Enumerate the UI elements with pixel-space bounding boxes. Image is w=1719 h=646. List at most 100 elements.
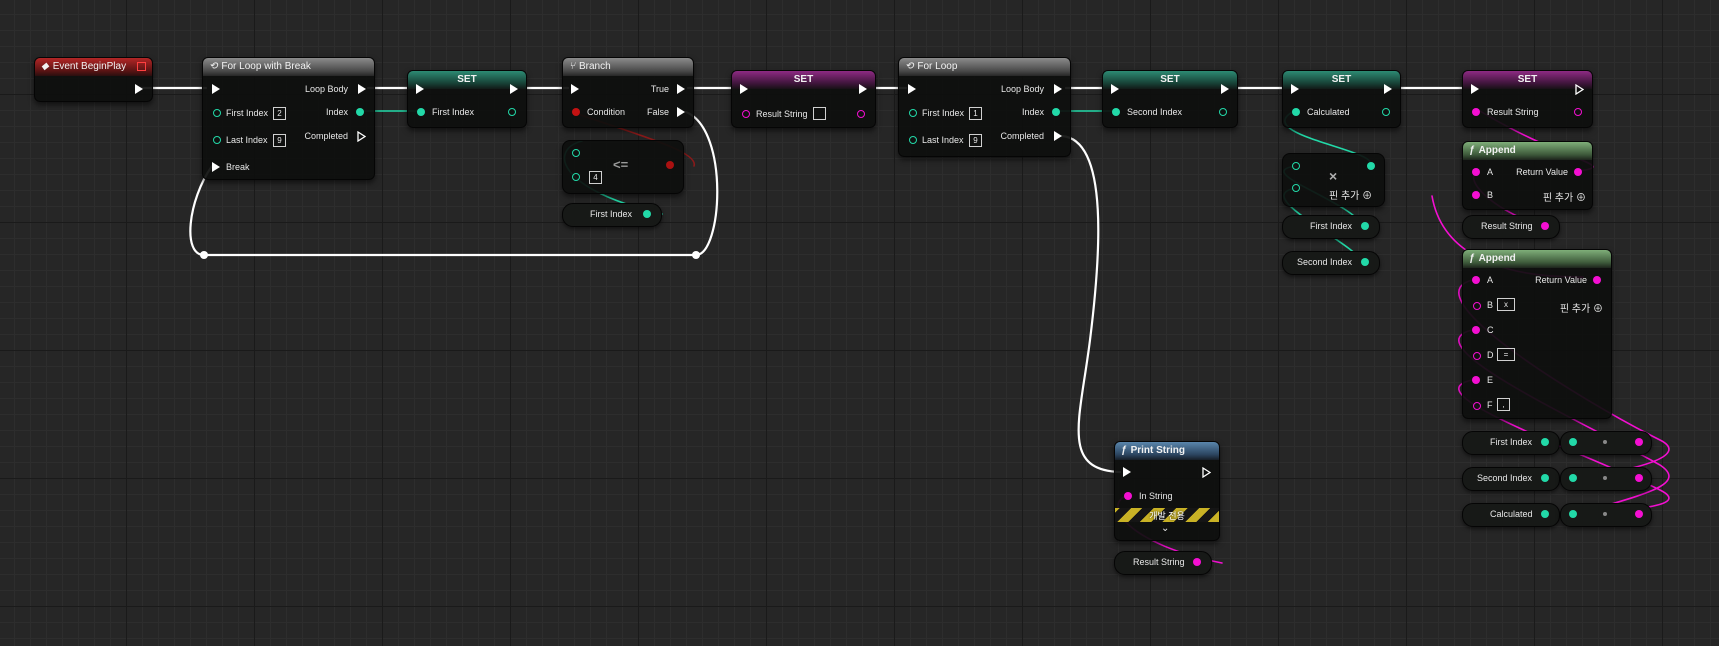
output-pin[interactable] bbox=[508, 108, 516, 116]
exec-in-pin[interactable] bbox=[1111, 84, 1119, 94]
conversion-out-pin[interactable] bbox=[1635, 438, 1643, 446]
false-pin[interactable] bbox=[677, 107, 685, 117]
variable-pin[interactable] bbox=[1361, 222, 1369, 230]
first-index-pin[interactable] bbox=[909, 109, 917, 117]
a-pin[interactable] bbox=[1472, 168, 1480, 176]
conversion-out-pin[interactable] bbox=[1635, 474, 1643, 482]
add-pin-button[interactable]: 핀 추가 ⊕ bbox=[1560, 300, 1603, 315]
completed-pin[interactable] bbox=[357, 131, 366, 142]
conversion-in-pin[interactable] bbox=[1569, 438, 1577, 446]
b-pin[interactable] bbox=[1472, 191, 1480, 199]
exec-out-pin[interactable] bbox=[1575, 84, 1584, 95]
output-pin[interactable] bbox=[857, 110, 865, 118]
result-string-variable[interactable]: Result String bbox=[1114, 551, 1212, 575]
e-pin[interactable] bbox=[1472, 376, 1480, 384]
append-node[interactable]: ƒ Append A Return Value B x 핀 추가 ⊕ C D = … bbox=[1462, 249, 1612, 419]
first-index-pin[interactable] bbox=[213, 109, 221, 117]
result-string-pin[interactable] bbox=[1472, 108, 1480, 116]
b-pin[interactable] bbox=[572, 173, 580, 181]
exec-in-pin[interactable] bbox=[416, 84, 424, 94]
for-loop-with-break-node[interactable]: ⟲ For Loop with Break Loop Body First Ind… bbox=[202, 57, 375, 180]
multiply-node[interactable]: × 핀 추가 ⊕ bbox=[1282, 153, 1385, 207]
conversion-out-pin[interactable] bbox=[1635, 510, 1643, 518]
conversion-in-pin[interactable] bbox=[1569, 510, 1577, 518]
output-pin[interactable] bbox=[1574, 108, 1582, 116]
return-value-pin[interactable] bbox=[1574, 168, 1582, 176]
variable-pin[interactable] bbox=[1541, 510, 1549, 518]
a-pin[interactable] bbox=[1472, 276, 1480, 284]
b-value-input[interactable]: 4 bbox=[589, 171, 602, 184]
result-string-pin[interactable] bbox=[742, 110, 750, 118]
int-to-string-conversion[interactable] bbox=[1560, 503, 1652, 527]
result-pin[interactable] bbox=[666, 161, 674, 169]
result-pin[interactable] bbox=[1367, 162, 1375, 170]
second-index-pin[interactable] bbox=[1112, 108, 1120, 116]
for-loop-node[interactable]: ⟲ For Loop Loop Body First Index 1 Index … bbox=[898, 57, 1071, 157]
set-calculated-node[interactable]: SET Calculated bbox=[1282, 70, 1401, 128]
last-index-input[interactable]: 9 bbox=[273, 134, 286, 147]
variable-pin[interactable] bbox=[1541, 222, 1549, 230]
index-pin[interactable] bbox=[356, 108, 364, 116]
variable-pin[interactable] bbox=[1541, 438, 1549, 446]
set-second-index-node[interactable]: SET Second Index bbox=[1102, 70, 1238, 128]
output-pin[interactable] bbox=[1382, 108, 1390, 116]
print-string-node[interactable]: ƒ Print String In String 개발 전용 ⌄ bbox=[1114, 441, 1220, 541]
first-index-pin[interactable] bbox=[417, 108, 425, 116]
f-pin[interactable] bbox=[1473, 402, 1481, 410]
in-string-pin[interactable] bbox=[1124, 492, 1132, 500]
exec-in-pin[interactable] bbox=[740, 84, 748, 94]
exec-in-pin[interactable] bbox=[1471, 84, 1479, 94]
branch-node[interactable]: ⑂ Branch True Condition False bbox=[562, 57, 694, 128]
return-value-pin[interactable] bbox=[1593, 276, 1601, 284]
second-index-variable[interactable]: Second Index bbox=[1282, 251, 1380, 275]
less-equal-node[interactable]: 4 <= bbox=[562, 140, 684, 194]
first-index-input[interactable]: 1 bbox=[969, 107, 982, 120]
f-value-input[interactable]: , bbox=[1497, 398, 1510, 411]
conversion-in-pin[interactable] bbox=[1569, 474, 1577, 482]
exec-in-pin[interactable] bbox=[571, 84, 579, 94]
set-first-index-node[interactable]: SET First Index bbox=[407, 70, 527, 128]
c-pin[interactable] bbox=[1472, 326, 1480, 334]
chevron-down-icon[interactable]: ⌄ bbox=[1161, 523, 1169, 534]
a-pin[interactable] bbox=[1292, 162, 1300, 170]
result-string-variable[interactable]: Result String bbox=[1462, 215, 1560, 239]
d-pin[interactable] bbox=[1473, 352, 1481, 360]
exec-in-pin[interactable] bbox=[1291, 84, 1299, 94]
a-pin[interactable] bbox=[572, 149, 580, 157]
add-pin-button[interactable]: 핀 추가 ⊕ bbox=[1543, 189, 1586, 204]
first-index-input[interactable]: 2 bbox=[273, 107, 286, 120]
exec-in-pin[interactable] bbox=[212, 84, 220, 94]
variable-pin[interactable] bbox=[643, 210, 651, 218]
exec-out-pin[interactable] bbox=[859, 84, 867, 94]
true-pin[interactable] bbox=[677, 84, 685, 94]
last-index-pin[interactable] bbox=[213, 136, 221, 144]
first-index-variable[interactable]: First Index bbox=[1282, 215, 1380, 239]
variable-pin[interactable] bbox=[1541, 474, 1549, 482]
b-value-input[interactable]: x bbox=[1497, 298, 1515, 311]
index-pin[interactable] bbox=[1052, 108, 1060, 116]
last-index-input[interactable]: 9 bbox=[969, 134, 982, 147]
b-pin[interactable] bbox=[1473, 302, 1481, 310]
b-pin[interactable] bbox=[1292, 184, 1300, 192]
exec-in-pin[interactable] bbox=[908, 84, 916, 94]
loop-body-pin[interactable] bbox=[358, 84, 366, 94]
completed-pin[interactable] bbox=[1054, 131, 1062, 141]
append-node[interactable]: ƒ Append A Return Value B 핀 추가 ⊕ bbox=[1462, 141, 1593, 210]
exec-out-pin[interactable] bbox=[1202, 467, 1211, 478]
set-result-string-node[interactable]: SET Result String bbox=[731, 70, 876, 128]
int-to-string-conversion[interactable] bbox=[1560, 467, 1652, 491]
first-index-variable[interactable]: First Index bbox=[1462, 431, 1560, 455]
set-result-string-node[interactable]: SET Result String bbox=[1462, 70, 1593, 128]
d-value-input[interactable]: = bbox=[1497, 348, 1515, 361]
variable-pin[interactable] bbox=[1193, 558, 1201, 566]
last-index-pin[interactable] bbox=[909, 136, 917, 144]
condition-pin[interactable] bbox=[572, 108, 580, 116]
loop-body-pin[interactable] bbox=[1054, 84, 1062, 94]
int-to-string-conversion[interactable] bbox=[1560, 431, 1652, 455]
event-begin-play-node[interactable]: ◆ Event BeginPlay bbox=[34, 57, 153, 102]
exec-out-pin[interactable] bbox=[510, 84, 518, 94]
second-index-variable[interactable]: Second Index bbox=[1462, 467, 1560, 491]
break-pin[interactable] bbox=[212, 162, 220, 172]
exec-out-pin[interactable] bbox=[1221, 84, 1229, 94]
first-index-variable[interactable]: First Index bbox=[562, 203, 662, 227]
